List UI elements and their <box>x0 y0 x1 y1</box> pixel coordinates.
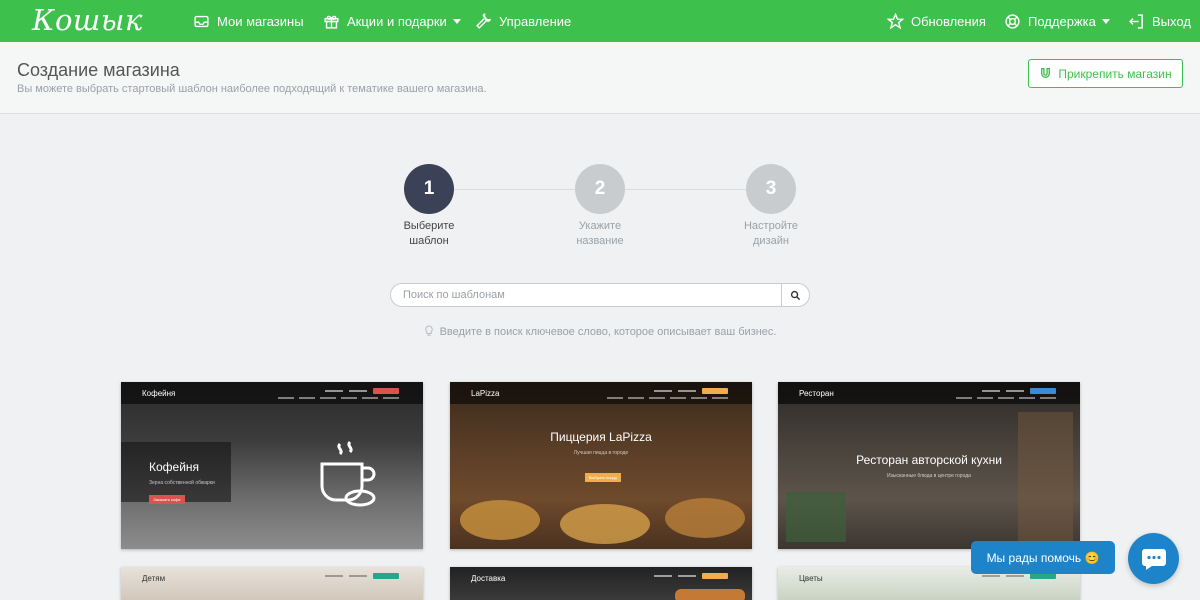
card-title: LaPizza <box>471 389 500 398</box>
logout-icon <box>1129 13 1143 29</box>
step-label-line: название <box>576 235 624 247</box>
card-cta: Выбрать пиццу <box>585 473 621 482</box>
chat-bubble-icon <box>1141 548 1166 570</box>
card-sub: Изысканные блюда в центре города <box>887 473 971 479</box>
lifebuoy-icon <box>1005 13 1020 29</box>
coffee-cup-icon <box>320 440 376 507</box>
search-button[interactable] <box>781 284 809 306</box>
card-title: Детям <box>142 574 166 583</box>
card-cta: Заказать кофе <box>149 495 185 504</box>
step-1-label: Выберите шаблон <box>369 219 489 249</box>
pizza-shape <box>460 500 540 540</box>
step-label-line: шаблон <box>409 235 449 247</box>
card-preview-menu <box>325 388 399 394</box>
card-preview-submenu <box>607 397 728 399</box>
card-preview-menu <box>982 388 1056 394</box>
logo[interactable]: Кошык <box>32 3 143 37</box>
card-preview-submenu <box>956 397 1056 399</box>
card-title: Цветы <box>799 574 823 583</box>
page-header: Создание магазина Вы можете выбрать стар… <box>0 42 1200 114</box>
step-3-label: Настройте дизайн <box>711 219 831 249</box>
chevron-down-icon <box>452 18 461 24</box>
card-title: Кофейня <box>142 389 176 398</box>
nav-updates[interactable]: Обновления <box>887 0 986 42</box>
card-headline: Кофейня <box>149 460 200 474</box>
pizza-shape <box>560 504 650 544</box>
lightbulb-icon <box>424 325 433 336</box>
card-preview-menu <box>654 388 728 394</box>
card-headline: Ресторан авторской кухни <box>856 453 1002 467</box>
nav-label: Поддержка <box>1028 13 1096 29</box>
template-card-coffee[interactable]: Кофейня Кофейня Зерна собственной обжарк… <box>121 382 423 549</box>
template-card-delivery[interactable]: Доставка <box>450 567 752 600</box>
chat-button[interactable] <box>1128 533 1179 584</box>
template-card-pizza[interactable]: LaPizza Пиццерия LaPizza Лучшая пицца в … <box>450 382 752 549</box>
nav-my-stores[interactable]: Мои магазины <box>193 0 304 42</box>
nav-support[interactable]: Поддержка <box>1004 0 1110 42</box>
step-label-line: Выберите <box>403 220 455 232</box>
gift-icon <box>324 15 339 29</box>
nav-label: Управление <box>499 13 572 29</box>
help-chat-label: Мы рады помочь 😊 <box>986 550 1100 565</box>
step-label-line: Укажите <box>578 220 622 232</box>
pizza-shape <box>665 498 745 538</box>
nav-label: Акции и подарки <box>347 13 447 29</box>
nav-management[interactable]: Управление <box>475 0 571 42</box>
card-sub: Лучшая пицца в городе <box>573 450 629 456</box>
step-1-circle: 1 <box>404 164 454 214</box>
nav-label: Мои магазины <box>217 13 304 29</box>
food-shape <box>675 589 745 600</box>
nav-promotions[interactable]: Акции и подарки <box>323 0 461 42</box>
nav-label: Обновления <box>911 13 986 29</box>
card-title: Доставка <box>471 574 506 583</box>
top-navbar: Кошык Мои магазины Акции и подарки Управ… <box>0 0 1200 42</box>
inbox-icon <box>194 15 209 27</box>
template-card-restaurant[interactable]: Ресторан Ресторан авторской кухни Изыска… <box>778 382 1080 549</box>
search-input[interactable] <box>403 287 763 303</box>
step-connector <box>625 189 746 190</box>
template-search <box>390 283 810 307</box>
search-hint: Введите в поиск ключевое слово, которое … <box>0 325 1200 338</box>
magnet-icon <box>1041 67 1051 78</box>
step-2-circle: 2 <box>575 164 625 214</box>
star-icon <box>887 12 904 30</box>
step-label-line: дизайн <box>753 235 789 247</box>
nav-label: Выход <box>1152 13 1191 29</box>
nav-logout[interactable]: Выход <box>1128 0 1191 42</box>
card-title: Ресторан <box>799 389 834 398</box>
search-icon <box>790 290 801 300</box>
search-hint-text: Введите в поиск ключевое слово, которое … <box>439 326 777 338</box>
page-title: Создание магазина <box>17 60 180 80</box>
chevron-down-icon <box>1101 18 1110 24</box>
wrench-icon <box>476 12 492 29</box>
card-preview-submenu <box>278 397 399 399</box>
card-preview-plants <box>786 492 846 542</box>
step-2-label: Укажите название <box>540 219 660 249</box>
card-sub: Зерна собственной обжарки <box>149 480 215 486</box>
attach-store-label: Прикрепить магазин <box>1058 66 1172 81</box>
attach-store-button[interactable]: Прикрепить магазин <box>1028 59 1183 88</box>
template-card-kids[interactable]: Детям <box>121 567 423 600</box>
step-label-line: Настройте <box>743 220 798 232</box>
help-chat-pill[interactable]: Мы рады помочь 😊 <box>971 541 1115 574</box>
step-3-circle: 3 <box>746 164 796 214</box>
card-preview-menu <box>325 573 399 579</box>
step-connector <box>454 189 575 190</box>
card-headline: Пиццерия LaPizza <box>550 430 652 444</box>
card-preview-menu <box>654 573 728 579</box>
page-subtitle: Вы можете выбрать стартовый шаблон наибо… <box>17 83 487 95</box>
